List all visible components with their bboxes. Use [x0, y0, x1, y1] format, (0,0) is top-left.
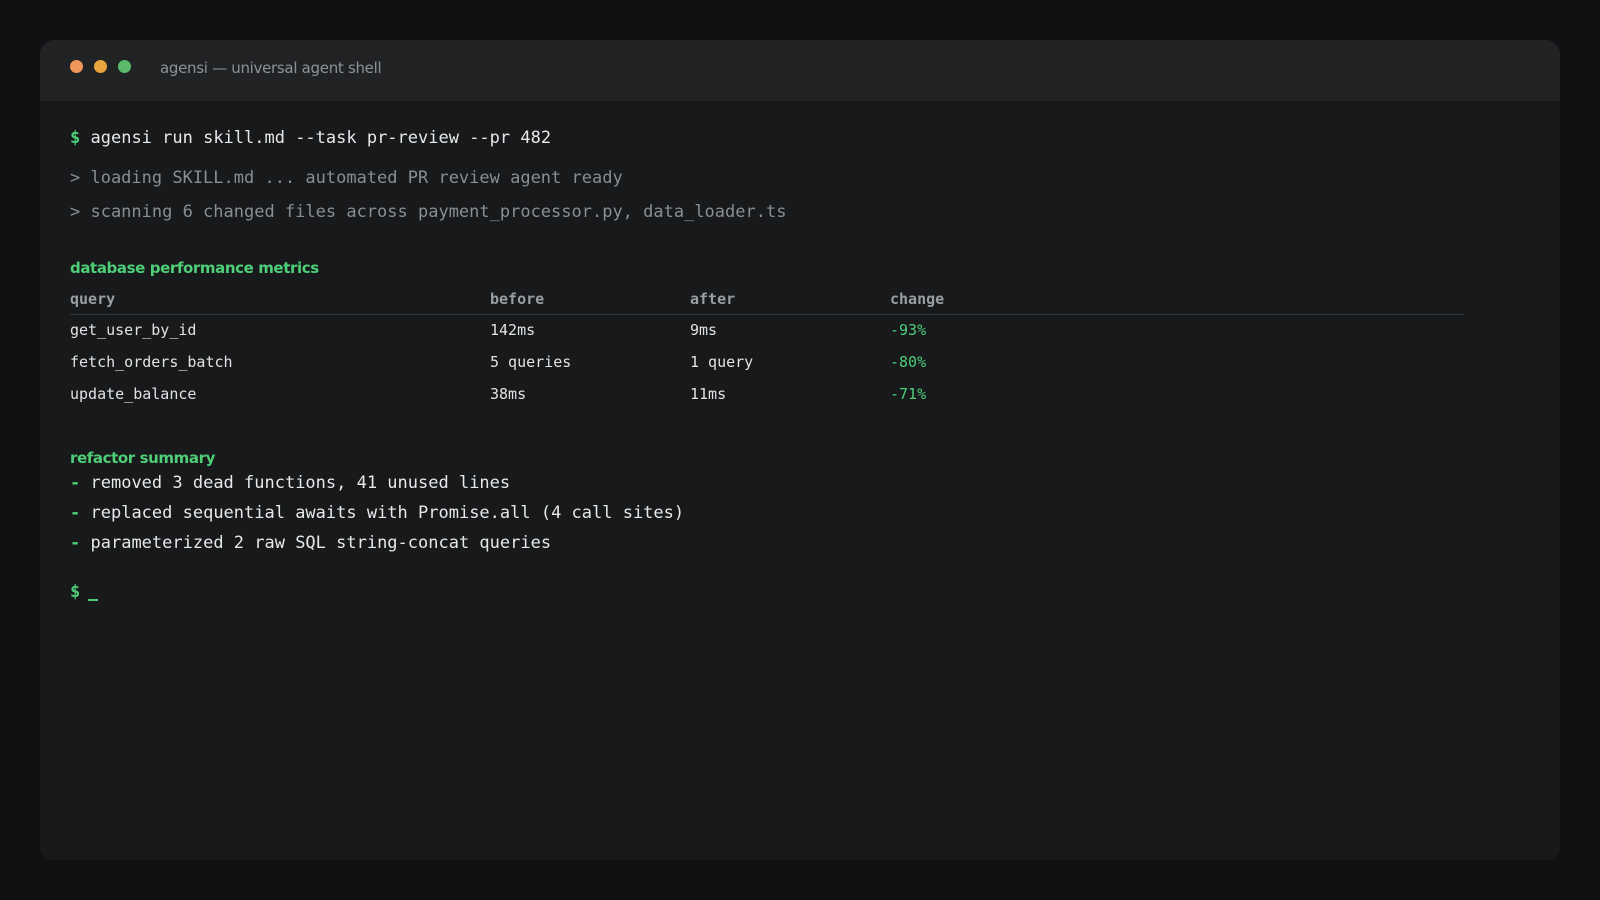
- query-cell: get_user_by_id: [70, 321, 197, 339]
- input-prompt[interactable]: $: [70, 582, 99, 602]
- log-line: > scanning 6 changed files across paymen…: [70, 202, 787, 222]
- before-cell: 142ms: [490, 321, 536, 339]
- column-header-change: change: [890, 290, 945, 308]
- refactor-item: - parameterized 2 raw SQL string-concat …: [70, 533, 551, 553]
- after-cell: 9ms: [690, 321, 718, 339]
- column-header-query: query: [70, 290, 116, 308]
- table-row: update_balance 38ms 11ms -71%: [70, 379, 1464, 411]
- log-line: > loading SKILL.md ... automated PR revi…: [70, 168, 623, 188]
- text-cursor: [88, 599, 99, 601]
- prompt-symbol: $: [70, 128, 81, 148]
- bullet-dash: -: [70, 503, 81, 523]
- window-title: agensi — universal agent shell: [160, 59, 382, 77]
- change-cell: -93%: [890, 321, 927, 339]
- command-line: $ agensi run skill.md --task pr-review -…: [70, 128, 551, 148]
- column-header-before: before: [490, 290, 545, 308]
- after-cell: 11ms: [690, 385, 727, 403]
- before-cell: 38ms: [490, 385, 527, 403]
- refactor-item-text: replaced sequential awaits with Promise.…: [90, 503, 685, 523]
- metrics-section-title: database performance metrics: [70, 259, 319, 277]
- refactor-item: - replaced sequential awaits with Promis…: [70, 503, 684, 523]
- metrics-table: query before after change get_user_by_id…: [70, 284, 1464, 411]
- before-cell: 5 queries: [490, 353, 572, 371]
- bullet-dash: -: [70, 533, 81, 553]
- close-window-button[interactable]: [70, 60, 83, 73]
- refactor-item: - removed 3 dead functions, 41 unused li…: [70, 473, 510, 493]
- table-header: query before after change: [70, 284, 1464, 315]
- command-text: agensi run skill.md --task pr-review --p…: [90, 128, 552, 148]
- refactor-section-title: refactor summary: [70, 449, 215, 467]
- column-header-after: after: [690, 290, 736, 308]
- maximize-window-button[interactable]: [118, 60, 131, 73]
- change-cell: -71%: [890, 385, 927, 403]
- refactor-item-text: parameterized 2 raw SQL string-concat qu…: [90, 533, 552, 553]
- table-row: get_user_by_id 142ms 9ms -93%: [70, 315, 1464, 347]
- minimize-window-button[interactable]: [94, 60, 107, 73]
- change-cell: -80%: [890, 353, 927, 371]
- refactor-item-text: removed 3 dead functions, 41 unused line…: [90, 473, 511, 493]
- bullet-dash: -: [70, 473, 81, 493]
- after-cell: 1 query: [690, 353, 754, 371]
- prompt-symbol: $: [70, 582, 81, 602]
- query-cell: update_balance: [70, 385, 197, 403]
- terminal-window: agensi — universal agent shell $ agensi …: [40, 40, 1560, 860]
- table-row: fetch_orders_batch 5 queries 1 query -80…: [70, 347, 1464, 379]
- query-cell: fetch_orders_batch: [70, 353, 233, 371]
- title-bar: agensi — universal agent shell: [40, 40, 1560, 101]
